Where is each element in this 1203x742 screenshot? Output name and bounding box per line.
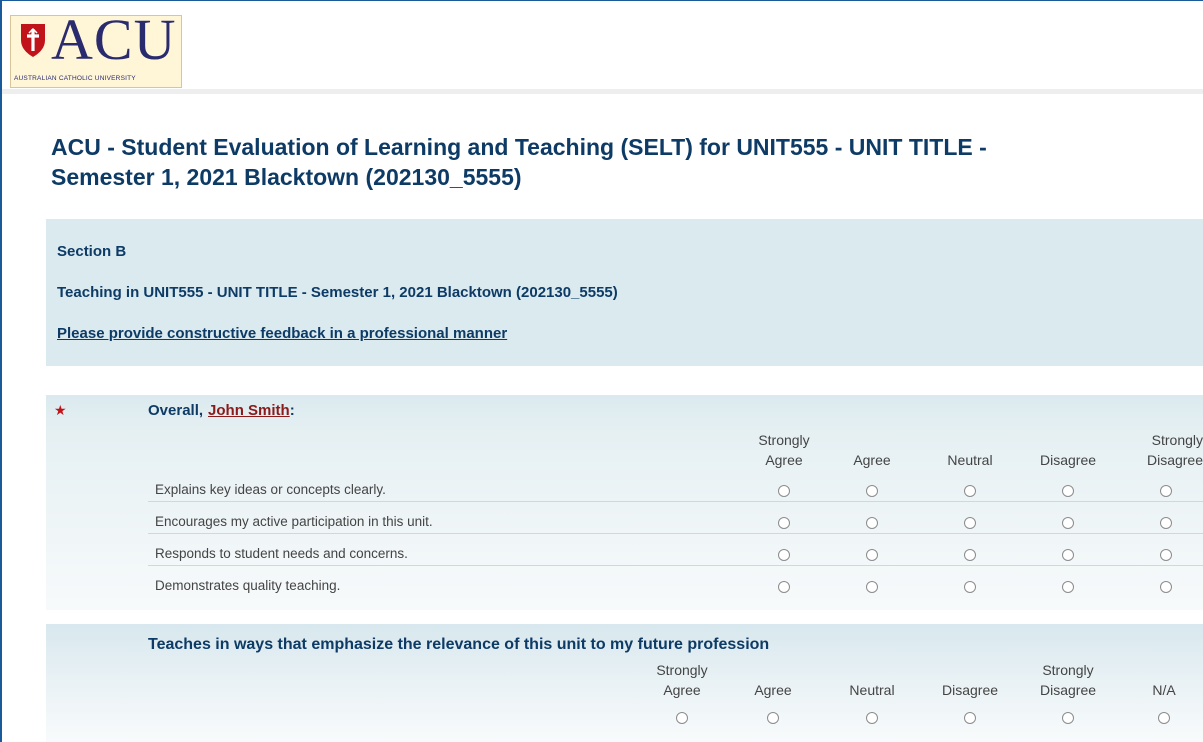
page-title: ACU - Student Evaluation of Learning and… xyxy=(51,132,1201,192)
radio-disagree[interactable] xyxy=(964,712,976,724)
radio-strongly-disagree[interactable] xyxy=(1160,517,1172,529)
scale-header-line2: Neutral xyxy=(947,452,993,468)
radio-disagree[interactable] xyxy=(1062,549,1074,561)
scale-header-line2: Agree xyxy=(663,682,701,698)
scale-header-line2: Neutral xyxy=(849,682,895,698)
question-suffix: : xyxy=(289,402,295,419)
scale-header-neutral: Neutral xyxy=(920,450,1020,470)
scale-header-line2: Agree xyxy=(853,452,891,468)
section-label: Section B xyxy=(57,243,127,260)
scale-header-disagree: Disagree xyxy=(1018,450,1118,470)
statement-label: Encourages my active participation in th… xyxy=(155,514,433,529)
scale-header-line2: Disagree xyxy=(1146,452,1203,468)
radio-strongly-agree[interactable] xyxy=(778,581,790,593)
radio-strongly-agree[interactable] xyxy=(778,549,790,561)
row-divider xyxy=(148,501,1203,502)
radio-agree[interactable] xyxy=(866,549,878,561)
radio-neutral[interactable] xyxy=(866,712,878,724)
scale-header-line2: Agree xyxy=(754,682,792,698)
header: ACU AUSTRALIAN CATHOLIC UNIVERSITY xyxy=(2,1,1203,94)
scale-header-strongly-agree: Strongly Agree xyxy=(632,660,732,700)
instructor-name-link[interactable]: John Smith xyxy=(208,402,290,419)
radio-neutral[interactable] xyxy=(964,549,976,561)
section-b-panel: Section B Teaching in UNIT555 - UNIT TIT… xyxy=(46,219,1203,366)
scale-header-disagree: Disagree xyxy=(920,680,1020,700)
radio-strongly-disagree[interactable] xyxy=(1160,549,1172,561)
question-heading: Teaches in ways that emphasize the relev… xyxy=(148,636,770,653)
radio-strongly-disagree[interactable] xyxy=(1160,581,1172,593)
radio-agree[interactable] xyxy=(767,712,779,724)
section-teaching-title: Teaching in UNIT555 - UNIT TITLE - Semes… xyxy=(57,284,618,301)
logo-subtitle: AUSTRALIAN CATHOLIC UNIVERSITY xyxy=(14,75,136,82)
row-divider xyxy=(148,533,1203,534)
page-title-line1: ACU - Student Evaluation of Learning and… xyxy=(51,134,987,160)
scale-header-strongly-disagree: Strongly Disagree xyxy=(1018,660,1118,700)
logo-wordmark: ACU xyxy=(51,7,177,72)
scale-header-line1: Strongly xyxy=(656,662,708,678)
row-divider xyxy=(148,565,1203,566)
radio-disagree[interactable] xyxy=(1062,517,1074,529)
scale-header-agree: Agree xyxy=(723,680,823,700)
shield-icon xyxy=(21,24,45,57)
radio-strongly-agree[interactable] xyxy=(778,517,790,529)
scale-header-line2: Agree xyxy=(765,452,803,468)
scale-header-line1: Strongly xyxy=(1042,662,1094,678)
scale-header-neutral: Neutral xyxy=(822,680,922,700)
radio-agree[interactable] xyxy=(866,517,878,529)
scale-header-strongly-disagree: Strongly Disagree xyxy=(1114,430,1203,470)
radio-na[interactable] xyxy=(1158,712,1170,724)
scale-header-line1: Strongly xyxy=(758,432,810,448)
feedback-guidelines-link[interactable]: Please provide constructive feedback in … xyxy=(57,325,507,342)
radio-neutral[interactable] xyxy=(964,581,976,593)
radio-agree[interactable] xyxy=(866,581,878,593)
radio-strongly-disagree[interactable] xyxy=(1062,712,1074,724)
radio-strongly-disagree[interactable] xyxy=(1160,485,1172,497)
statement-label: Demonstrates quality teaching. xyxy=(155,578,341,593)
page-title-line2: Semester 1, 2021 Blacktown (202130_5555) xyxy=(51,164,522,190)
question-relevance-block: Teaches in ways that emphasize the relev… xyxy=(46,624,1203,742)
scale-header-line1: Strongly xyxy=(1151,432,1203,448)
radio-strongly-agree[interactable] xyxy=(676,712,688,724)
question-heading: Overall, John Smith: xyxy=(148,402,295,419)
question-prefix: Overall, xyxy=(148,402,204,419)
statement-label: Responds to student needs and concerns. xyxy=(155,546,408,561)
radio-strongly-agree[interactable] xyxy=(778,485,790,497)
scale-header-line2: Disagree xyxy=(1039,452,1097,468)
question-overall-block: ★ Overall, John Smith: Strongly Agree Agr… xyxy=(46,395,1203,610)
radio-disagree[interactable] xyxy=(1062,485,1074,497)
statement-label: Explains key ideas or concepts clearly. xyxy=(155,482,386,497)
scale-header-line2: Disagree xyxy=(941,682,999,698)
scale-header-line2: Disagree xyxy=(1039,682,1097,698)
scale-header-line2: N/A xyxy=(1152,682,1176,698)
scale-header-strongly-agree: Strongly Agree xyxy=(734,430,834,470)
radio-neutral[interactable] xyxy=(964,517,976,529)
required-star-icon: ★ xyxy=(54,402,67,418)
radio-disagree[interactable] xyxy=(1062,581,1074,593)
radio-agree[interactable] xyxy=(866,485,878,497)
scale-header-agree: Agree xyxy=(822,450,922,470)
scale-header-na: N/A xyxy=(1114,680,1203,700)
acu-logo[interactable]: ACU AUSTRALIAN CATHOLIC UNIVERSITY xyxy=(10,10,182,88)
radio-neutral[interactable] xyxy=(964,485,976,497)
